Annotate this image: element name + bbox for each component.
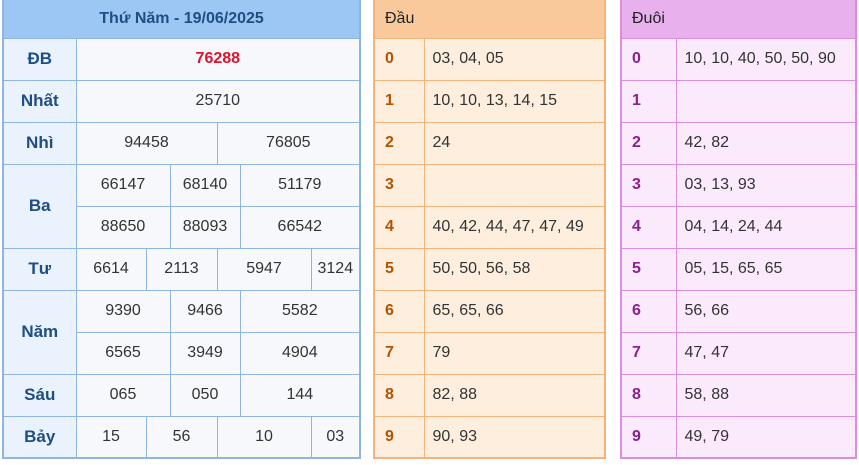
second-prize-value: 76805 <box>216 121 361 165</box>
draw-date-title: Thứ Năm - 19/06/2025 <box>3 0 361 38</box>
fourth-prize-value: 2113 <box>145 247 218 291</box>
third-prize-value: 88093 <box>169 205 241 249</box>
dau-digit: 4 <box>373 205 425 249</box>
third-prize-value: 66147 <box>75 163 171 207</box>
duoi-digit: 8 <box>620 373 677 417</box>
dau-values: 10, 10, 13, 14, 15 <box>423 79 606 123</box>
duoi-values: 56, 66 <box>675 289 857 333</box>
third-prize-value: 88650 <box>75 205 171 249</box>
duoi-values: 04, 14, 24, 44 <box>675 205 857 249</box>
fifth-prize-value: 9466 <box>169 289 241 333</box>
seventh-prize-value: 15 <box>75 415 147 459</box>
duoi-digit: 4 <box>620 205 677 249</box>
dau-digit: 2 <box>373 121 425 165</box>
dau-values: 79 <box>423 331 606 375</box>
third-prize-value: 68140 <box>169 163 241 207</box>
prize-label-db: ĐB <box>2 37 77 81</box>
prize-label-ba: Ba <box>2 163 77 249</box>
prize-label-tu: Tư <box>2 247 77 291</box>
duoi-values: 03, 13, 93 <box>675 163 857 207</box>
prize-label-sau: Sáu <box>2 373 77 417</box>
dau-digit: 5 <box>373 247 425 291</box>
special-prize-value: 76288 <box>75 37 361 81</box>
dau-table: Đầu 0 03, 04, 05 1 10, 10, 13, 14, 15 2 24 … <box>373 0 606 459</box>
prize-label-bay: Bảy <box>2 415 77 459</box>
dau-header: Đầu <box>374 0 605 38</box>
duoi-values <box>675 79 857 123</box>
dau-digit: 9 <box>373 415 425 459</box>
fifth-prize-value: 5582 <box>239 289 361 333</box>
dau-digit: 0 <box>373 37 425 81</box>
prize-label-nhi: Nhì <box>2 121 77 165</box>
dau-values: 50, 50, 56, 58 <box>423 247 606 291</box>
sixth-prize-value: 050 <box>169 373 241 417</box>
duoi-digit: 1 <box>620 79 677 123</box>
dau-digit: 8 <box>373 373 425 417</box>
dau-values: 82, 88 <box>423 373 606 417</box>
duoi-digit: 2 <box>620 121 677 165</box>
prize-label-nhat: Nhất <box>2 79 77 123</box>
prize-label-nam: Năm <box>2 289 77 375</box>
duoi-digit: 5 <box>620 247 677 291</box>
duoi-values: 58, 88 <box>675 373 857 417</box>
dau-digit: 3 <box>373 163 425 207</box>
duoi-values: 49, 79 <box>675 415 857 459</box>
fourth-prize-value: 3124 <box>310 247 361 291</box>
dau-digit: 7 <box>373 331 425 375</box>
fifth-prize-value: 9390 <box>75 289 171 333</box>
duoi-values: 10, 10, 40, 50, 50, 90 <box>675 37 857 81</box>
duoi-digit: 3 <box>620 163 677 207</box>
fifth-prize-value: 6565 <box>75 331 171 375</box>
fifth-prize-value: 4904 <box>239 331 361 375</box>
third-prize-value: 66542 <box>239 205 361 249</box>
dau-values: 40, 42, 44, 47, 47, 49 <box>423 205 606 249</box>
duoi-digit: 0 <box>620 37 677 81</box>
duoi-digit: 6 <box>620 289 677 333</box>
duoi-table: Đuôi 0 10, 10, 40, 50, 50, 90 1 2 42, 82 3… <box>620 0 857 459</box>
duoi-digit: 7 <box>620 331 677 375</box>
dau-values: 65, 65, 66 <box>423 289 606 333</box>
dau-values <box>423 163 606 207</box>
results-table: Thứ Năm - 19/06/2025 ĐB 76288 Nhất 25710… <box>2 0 362 459</box>
dau-values: 90, 93 <box>423 415 606 459</box>
dau-digit: 1 <box>373 79 425 123</box>
fourth-prize-value: 6614 <box>75 247 147 291</box>
sixth-prize-value: 065 <box>75 373 171 417</box>
seventh-prize-value: 56 <box>145 415 218 459</box>
dau-values: 24 <box>423 121 606 165</box>
duoi-values: 42, 82 <box>675 121 857 165</box>
seventh-prize-value: 10 <box>216 415 312 459</box>
sixth-prize-value: 144 <box>239 373 361 417</box>
duoi-values: 05, 15, 65, 65 <box>675 247 857 291</box>
duoi-digit: 9 <box>620 415 677 459</box>
dau-digit: 6 <box>373 289 425 333</box>
dau-values: 03, 04, 05 <box>423 37 606 81</box>
duoi-header: Đuôi <box>621 0 856 38</box>
third-prize-value: 51179 <box>239 163 361 207</box>
fourth-prize-value: 5947 <box>216 247 312 291</box>
duoi-values: 47, 47 <box>675 331 857 375</box>
seventh-prize-value: 03 <box>310 415 361 459</box>
second-prize-value: 94458 <box>75 121 218 165</box>
fifth-prize-value: 3949 <box>169 331 241 375</box>
first-prize-value: 25710 <box>75 79 361 123</box>
